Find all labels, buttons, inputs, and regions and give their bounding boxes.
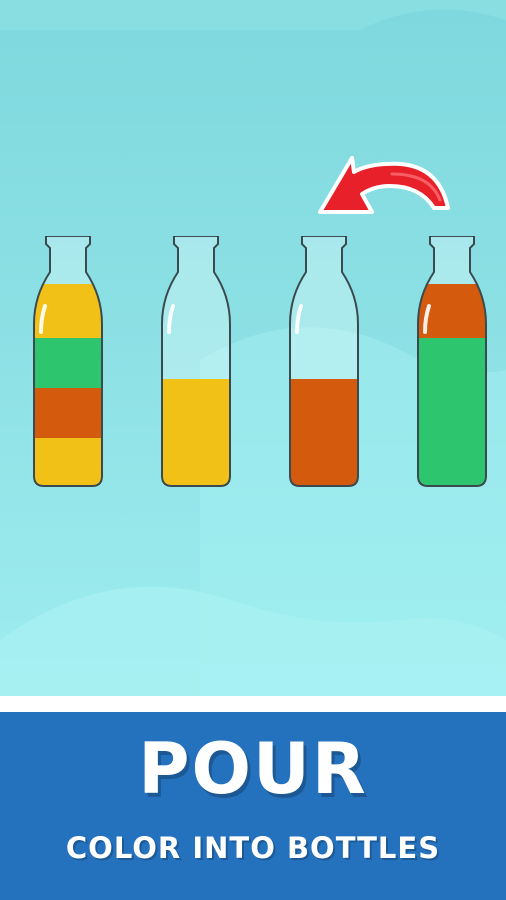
layer-yellow [34, 438, 102, 486]
layer-green [34, 338, 102, 388]
layer-green [418, 338, 486, 486]
layer-orange [290, 379, 358, 486]
bottle-4[interactable] [416, 236, 488, 488]
layer-yellow [162, 379, 230, 486]
banner-title: POUR [138, 728, 368, 810]
game-scene: POUR COLOR INTO BOTTLES [0, 0, 506, 900]
promo-banner: POUR COLOR INTO BOTTLES [0, 696, 506, 900]
curved-arrow-left-icon [318, 156, 450, 214]
bottle-1[interactable] [32, 236, 104, 488]
layer-orange [34, 388, 102, 438]
bottle-2[interactable] [160, 236, 232, 488]
banner-subtitle: COLOR INTO BOTTLES [65, 831, 441, 865]
bottle-3[interactable] [288, 236, 360, 488]
